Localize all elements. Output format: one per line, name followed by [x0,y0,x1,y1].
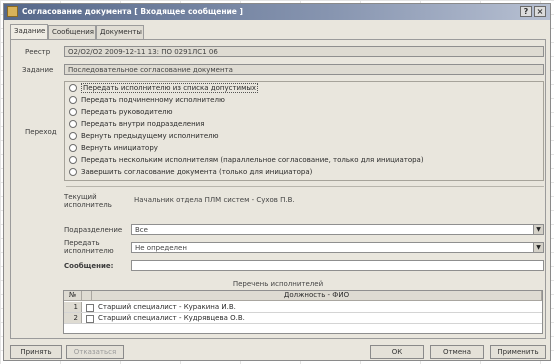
tab-documents[interactable]: Документы [96,25,144,39]
dropdown-arrow-icon[interactable]: ▼ [533,243,543,252]
radio-icon [69,96,77,104]
option-finish[interactable]: Завершить согласование документа (только… [69,168,312,178]
close-button[interactable]: × [534,6,546,17]
radio-icon [69,144,77,152]
radio-icon [69,120,77,128]
dropdown-arrow-icon[interactable]: ▼ [533,225,543,234]
column-header-num[interactable]: № [64,291,82,301]
cancel-button[interactable]: Отмена [430,345,484,359]
title-bar[interactable]: Согласование документа [ Входящее сообще… [4,4,550,20]
radio-icon [69,156,77,164]
assign-executor-select[interactable]: Не определен ▼ [131,242,544,253]
choice-group: Передать исполнителю из списка допустимы… [64,81,544,181]
executors-title: Перечень исполнителей [232,280,324,288]
option-return-initiator[interactable]: Вернуть инициатору [69,144,158,154]
radio-icon [69,108,77,116]
route-field: О2/О2/О2 2009-12-11 13: ПО 0291ЛС1 06 [64,46,544,57]
dialog-window: Согласование документа [ Входящее сообще… [3,3,551,361]
tab-task[interactable]: Задание [10,24,48,39]
task-field: Последовательное согласование документа [64,64,544,75]
column-header-check [82,291,92,301]
assign-label: Передать исполнителю [64,239,114,255]
row-text: Старший специалист - Кудрявцева О.В. [98,314,245,322]
department-select[interactable]: Все ▼ [131,224,544,235]
radio-icon [69,168,77,176]
current-executor-value: Начальник отдела ПЛМ систем - Сухов П.В. [134,196,295,204]
task-label: Задание [22,66,54,74]
divider [66,186,544,187]
choice-label: Переход [25,128,57,136]
message-label: Сообщение: [64,262,114,270]
column-header-position[interactable]: Должность - ФИО [92,291,542,301]
row-checkbox[interactable] [86,315,94,323]
window-title: Согласование документа [ Входящее сообще… [22,7,243,16]
radio-icon [69,132,77,140]
option-pass-allowed[interactable]: Передать исполнителю из списка допустимы… [69,83,259,94]
table-row[interactable]: 2 Старший специалист - Кудрявцева О.В. [64,313,542,324]
department-value: Все [135,226,148,234]
return-button[interactable]: Отказаться [66,345,124,359]
row-number: 2 [64,313,82,323]
ok-button[interactable]: ОК [370,345,424,359]
help-button[interactable]: ? [520,6,532,17]
row-checkbox[interactable] [86,304,94,312]
table-row[interactable]: 1 Старший специалист - Куракина И.В. [64,302,542,313]
row-number: 1 [64,302,82,312]
apply-button[interactable]: Применить [490,345,546,359]
assign-executor-value: Не определен [135,244,187,252]
tab-messages[interactable]: Сообщения [48,25,96,39]
department-label: Подразделение [64,226,123,234]
row-text: Старший специалист - Куракина И.В. [98,303,236,311]
option-pass-manager[interactable]: Передать руководителю [69,108,173,118]
task-panel: Реестр О2/О2/О2 2009-12-11 13: ПО 0291ЛС… [10,39,546,339]
app-icon [7,6,18,17]
message-input[interactable] [131,260,544,271]
option-return-previous[interactable]: Вернуть предыдущему исполнителю [69,132,219,142]
current-executor-label: Текущий исполнитель [64,193,112,209]
radio-icon [69,84,77,92]
accept-button[interactable]: Принять [10,345,62,359]
route-label: Реестр [25,48,51,56]
option-pass-parallel[interactable]: Передать нескольким исполнителям (паралл… [69,156,424,166]
option-pass-department[interactable]: Передать внутри подразделения [69,120,204,130]
option-pass-subordinate[interactable]: Передать подчиненному исполнителю [69,96,225,106]
executors-table: № Должность - ФИО 1 Старший специалист -… [63,290,543,334]
